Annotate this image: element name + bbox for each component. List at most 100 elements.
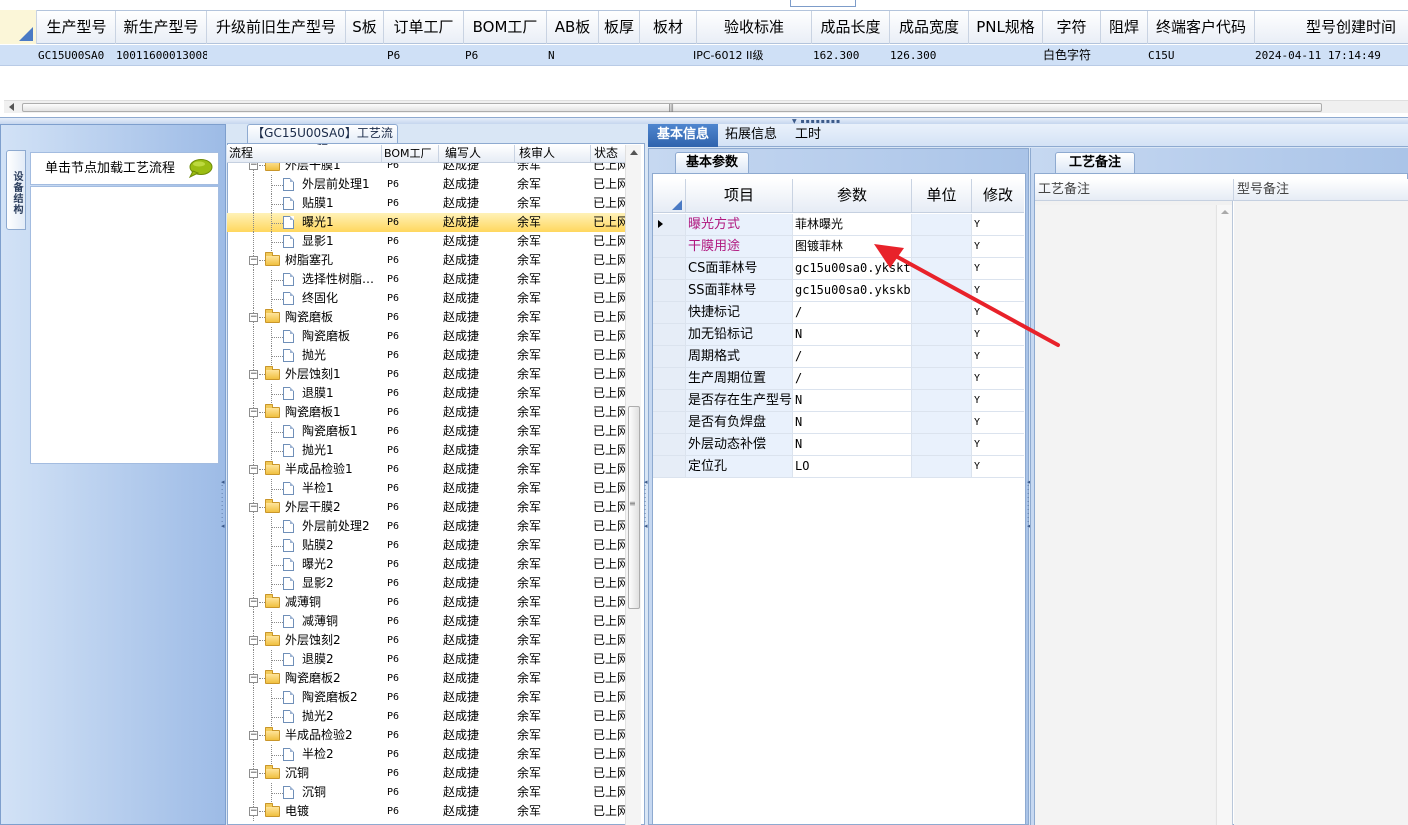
col-order-factory[interactable]: 订单工厂 bbox=[384, 11, 464, 44]
col-character[interactable]: 字符 bbox=[1043, 11, 1101, 44]
param-unit[interactable] bbox=[912, 368, 972, 389]
col-pnl-spec[interactable]: PNL规格 bbox=[969, 11, 1043, 44]
collapse-icon[interactable]: − bbox=[249, 598, 258, 607]
param-unit[interactable] bbox=[912, 456, 972, 477]
collapse-icon[interactable]: − bbox=[249, 408, 258, 417]
tree-col-reviewer[interactable]: 核审人 bbox=[515, 145, 591, 162]
col-customer-code[interactable]: 终端客户代码 bbox=[1148, 11, 1255, 44]
cell-width[interactable]: 126.300 bbox=[890, 45, 960, 66]
param-row[interactable]: 是否存在生产型号 N Y bbox=[653, 390, 1024, 412]
tree-col-status[interactable]: 状态 bbox=[591, 145, 627, 162]
grid-corner-icon[interactable] bbox=[0, 10, 37, 44]
param-value[interactable]: 菲林曝光 bbox=[793, 214, 912, 235]
params-col-unit[interactable]: 单位 bbox=[912, 179, 972, 212]
tree-group-row[interactable]: − 沉铜 P6 赵成捷 余军 已上网 bbox=[227, 764, 625, 783]
notes-col-process[interactable]: 工艺备注 bbox=[1035, 179, 1234, 200]
param-modify[interactable]: Y bbox=[972, 412, 1024, 433]
param-modify[interactable]: Y bbox=[972, 434, 1024, 455]
col-created-time[interactable]: 型号创建时间 bbox=[1255, 11, 1408, 44]
param-unit[interactable] bbox=[912, 390, 972, 411]
scroll-up-icon[interactable] bbox=[630, 150, 638, 155]
col-thickness[interactable]: 板厚 bbox=[599, 11, 640, 44]
left-splitter-grip-icon[interactable]: ◂ · · · · · · · · · · ◂ bbox=[221, 479, 226, 540]
tree-step-row[interactable]: 陶瓷磨板 P6 赵成捷 余军 已上网 bbox=[227, 327, 625, 346]
collapse-icon[interactable]: − bbox=[249, 370, 258, 379]
tab-process-notes[interactable]: 工艺备注 bbox=[1055, 152, 1135, 173]
collapse-icon[interactable]: − bbox=[249, 731, 258, 740]
col-length[interactable]: 成品长度 bbox=[812, 11, 890, 44]
tree-step-row[interactable]: 选择性树脂… P6 赵成捷 余军 已上网 bbox=[227, 270, 625, 289]
table-row[interactable]: GC15U00SA0 10011600013008 P6 P6 N IPC-60… bbox=[0, 45, 1408, 66]
tree-step-row[interactable]: 减薄铜 P6 赵成捷 余军 已上网 bbox=[227, 612, 625, 631]
param-value[interactable]: N bbox=[793, 412, 912, 433]
param-row[interactable]: 定位孔 LO Y bbox=[653, 456, 1024, 478]
col-solder-mask[interactable]: 阻焊 bbox=[1101, 11, 1148, 44]
scroll-up-icon[interactable] bbox=[1221, 210, 1229, 214]
notes-col-model[interactable]: 型号备注 bbox=[1234, 179, 1408, 200]
param-unit[interactable] bbox=[912, 412, 972, 433]
tree-step-row[interactable]: 终固化 P6 赵成捷 余军 已上网 bbox=[227, 289, 625, 308]
col-width[interactable]: 成品宽度 bbox=[890, 11, 969, 44]
tree-group-row[interactable]: − 树脂塞孔 P6 赵成捷 余军 已上网 bbox=[227, 251, 625, 270]
tab-work-hours[interactable]: 工时 bbox=[788, 124, 828, 147]
col-bom-factory[interactable]: BOM工厂 bbox=[464, 11, 547, 44]
cell-order-factory[interactable]: P6 bbox=[387, 45, 467, 66]
tree-step-row[interactable]: 抛光1 P6 赵成捷 余军 已上网 bbox=[227, 441, 625, 460]
param-modify[interactable]: Y bbox=[972, 368, 1024, 389]
param-row[interactable]: 生产周期位置 / Y bbox=[653, 368, 1024, 390]
tab-basic-params[interactable]: 基本参数 bbox=[675, 152, 749, 173]
tree-col-flow[interactable]: 流程 bbox=[227, 145, 382, 162]
param-value[interactable]: N bbox=[793, 390, 912, 411]
tree-vertical-scrollbar[interactable]: ≡ bbox=[625, 145, 641, 825]
cell-length[interactable]: 162.300 bbox=[813, 45, 883, 66]
tree-step-row[interactable]: 曝光1 P6 赵成捷 余军 已上网 bbox=[227, 213, 625, 232]
collapse-icon[interactable]: − bbox=[249, 807, 258, 816]
tree-group-row[interactable]: − 半成品检验2 P6 赵成捷 余军 已上网 bbox=[227, 726, 625, 745]
col-acceptance[interactable]: 验收标准 bbox=[697, 11, 812, 44]
tree-step-row[interactable]: 外层前处理1 P6 赵成捷 余军 已上网 bbox=[227, 175, 625, 194]
tree-step-row[interactable]: 显影2 P6 赵成捷 余军 已上网 bbox=[227, 574, 625, 593]
tree-group-row[interactable]: − 半成品检验1 P6 赵成捷 余军 已上网 bbox=[227, 460, 625, 479]
col-old-model[interactable]: 升级前旧生产型号 bbox=[207, 11, 346, 44]
model-note-textarea[interactable] bbox=[1234, 201, 1408, 825]
tree-step-row[interactable]: 半检2 P6 赵成捷 余军 已上网 bbox=[227, 745, 625, 764]
collapse-icon[interactable]: − bbox=[249, 636, 258, 645]
cell-customer-code[interactable]: C15U bbox=[1148, 45, 1248, 66]
tree-group-row[interactable]: − 外层干膜1 P6 赵成捷 余军 已上网 bbox=[227, 163, 625, 175]
tree-group-row[interactable]: − 陶瓷磨板2 P6 赵成捷 余军 已上网 bbox=[227, 669, 625, 688]
tree-step-row[interactable]: 抛光 P6 赵成捷 余军 已上网 bbox=[227, 346, 625, 365]
tree-group-row[interactable]: − 外层干膜2 P6 赵成捷 余军 已上网 bbox=[227, 498, 625, 517]
param-modify[interactable]: Y bbox=[972, 390, 1024, 411]
tree-step-row[interactable]: 沉铜 P6 赵成捷 余军 已上网 bbox=[227, 783, 625, 802]
tree-step-row[interactable]: 曝光2 P6 赵成捷 余军 已上网 bbox=[227, 555, 625, 574]
horizontal-scrollbar[interactable]: ||| bbox=[4, 100, 1408, 113]
params-corner-icon[interactable] bbox=[653, 179, 686, 213]
preview-popup-edge[interactable] bbox=[790, 0, 856, 7]
param-value[interactable]: N bbox=[793, 434, 912, 455]
tree-step-row[interactable]: 陶瓷磨板2 P6 赵成捷 余军 已上网 bbox=[227, 688, 625, 707]
collapse-icon[interactable]: − bbox=[249, 313, 258, 322]
param-unit[interactable] bbox=[912, 214, 972, 235]
col-material[interactable]: 板材 bbox=[640, 11, 697, 44]
cell-ab-board[interactable]: N bbox=[548, 45, 588, 66]
tree-step-row[interactable]: 退膜1 P6 赵成捷 余军 已上网 bbox=[227, 384, 625, 403]
cell-new-model[interactable]: 10011600013008 bbox=[116, 45, 207, 66]
tree-step-row[interactable]: 显影1 P6 赵成捷 余军 已上网 bbox=[227, 232, 625, 251]
tree-group-row[interactable]: − 电镀 P6 赵成捷 余军 已上网 bbox=[227, 802, 625, 821]
tree-step-row[interactable]: 贴膜1 P6 赵成捷 余军 已上网 bbox=[227, 194, 625, 213]
tree-group-row[interactable]: − 外层蚀刻2 P6 赵成捷 余军 已上网 bbox=[227, 631, 625, 650]
tab-basic-info[interactable]: 基本信息 bbox=[648, 124, 718, 147]
params-col-value[interactable]: 参数 bbox=[793, 179, 912, 212]
tree-col-bom[interactable]: BOM工厂 bbox=[382, 145, 439, 162]
param-row[interactable]: 是否有负焊盘 N Y bbox=[653, 412, 1024, 434]
tree-step-row[interactable]: 贴膜2 P6 赵成捷 余军 已上网 bbox=[227, 536, 625, 555]
collapse-icon[interactable]: − bbox=[249, 503, 258, 512]
param-unit[interactable] bbox=[912, 434, 972, 455]
collapse-icon[interactable]: − bbox=[249, 256, 258, 265]
cell-character[interactable]: 白色字符 bbox=[1043, 45, 1101, 66]
param-value[interactable]: LO bbox=[793, 456, 912, 477]
tree-step-row[interactable]: 半检1 P6 赵成捷 余军 已上网 bbox=[227, 479, 625, 498]
cell-acceptance[interactable]: IPC-6012 II级 bbox=[693, 45, 808, 66]
param-row[interactable]: 曝光方式 菲林曝光 Y bbox=[653, 214, 1024, 236]
tree-group-row[interactable]: − 减薄铜 P6 赵成捷 余军 已上网 bbox=[227, 593, 625, 612]
